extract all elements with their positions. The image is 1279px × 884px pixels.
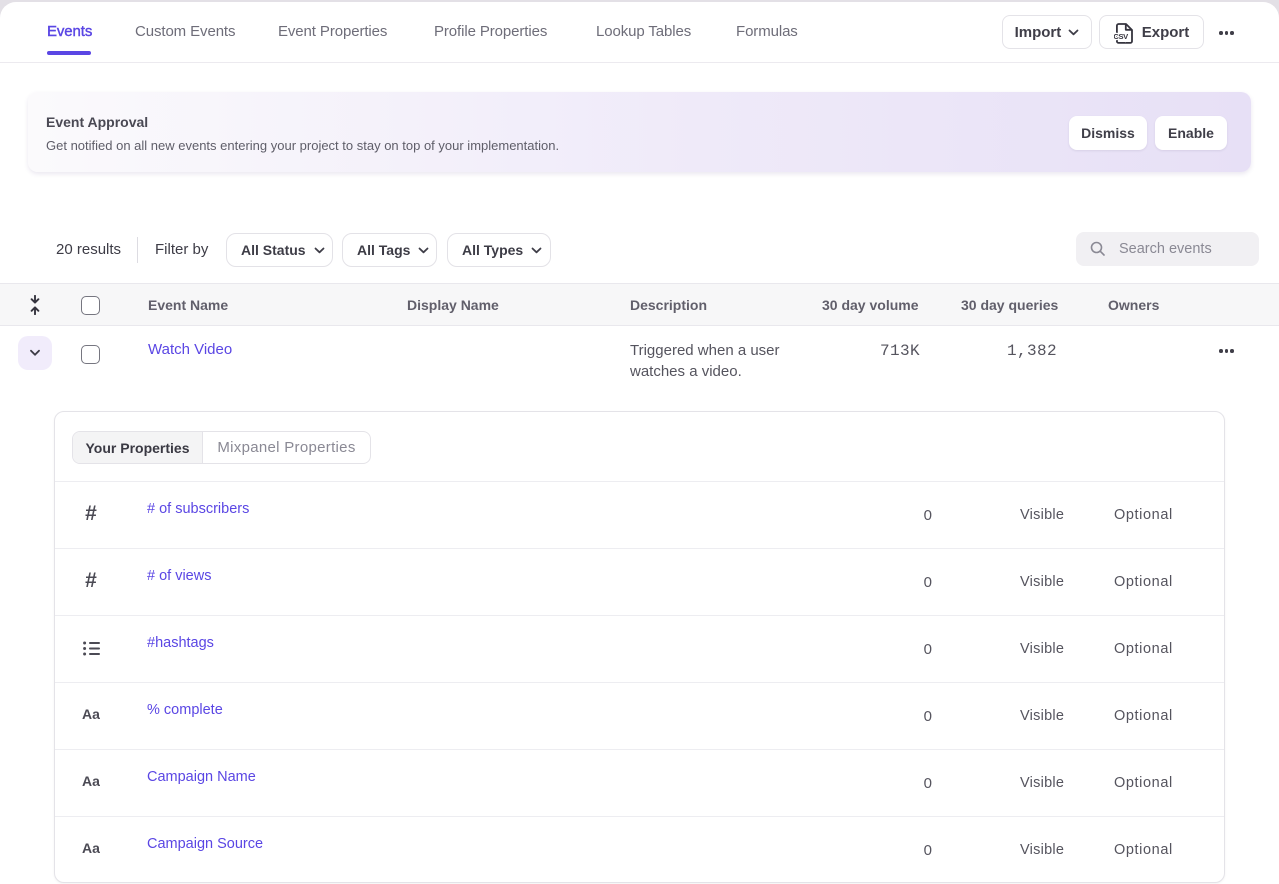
svg-text:CSV: CSV (1114, 32, 1129, 41)
